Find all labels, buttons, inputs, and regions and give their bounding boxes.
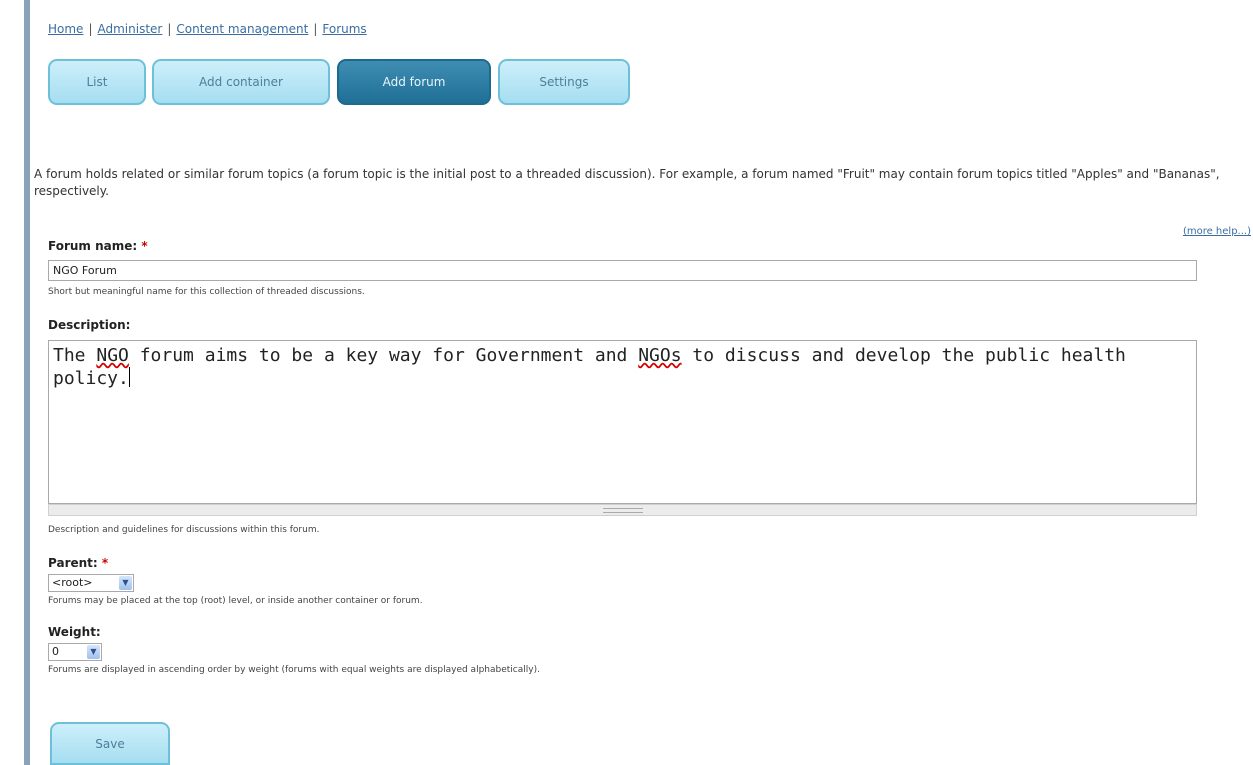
forum-name-input[interactable]: NGO Forum (48, 260, 1197, 281)
parent-select-value: <root> (52, 576, 93, 589)
save-button[interactable]: Save (50, 722, 170, 765)
breadcrumb: Home | Administer | Content management | Forum… (48, 22, 367, 36)
breadcrumb-separator: | (88, 22, 93, 36)
grip-handle-icon (603, 508, 643, 513)
required-marker: * (141, 239, 148, 253)
description-text-1: The (53, 345, 97, 366)
breadcrumb-administer[interactable]: Administer (97, 22, 162, 36)
parent-help: Forums may be placed at the top (root) l… (48, 596, 423, 606)
description-label: Description: (48, 318, 131, 332)
description-help: Description and guidelines for discussio… (48, 525, 320, 535)
tab-add-forum[interactable]: Add forum (337, 59, 491, 105)
more-help-link[interactable]: (more help...) (1183, 226, 1251, 237)
weight-select-value: 0 (52, 645, 59, 658)
intro-text: A forum holds related or similar forum t… (34, 167, 1220, 198)
forum-name-label-text: Forum name: (48, 239, 138, 253)
breadcrumb-forums[interactable]: Forums (322, 22, 366, 36)
spellcheck-word: NGO (96, 345, 129, 366)
breadcrumb-content-management[interactable]: Content management (176, 22, 308, 36)
description-textarea[interactable]: The NGO forum aims to be a key way for G… (48, 340, 1197, 504)
chevron-down-icon: ▼ (119, 576, 132, 590)
breadcrumb-home[interactable]: Home (48, 22, 83, 36)
spellcheck-word: NGOs (638, 345, 682, 366)
parent-label-text: Parent: (48, 556, 98, 570)
weight-help: Forums are displayed in ascending order … (48, 665, 540, 675)
forum-name-label: Forum name: * (48, 239, 148, 253)
parent-select[interactable]: <root> ▼ (48, 574, 134, 592)
description-text-2: forum aims to be a key way for Governmen… (128, 345, 639, 366)
text-cursor (128, 367, 130, 387)
chevron-down-icon: ▼ (87, 645, 100, 659)
required-marker: * (101, 556, 109, 570)
breadcrumb-separator: | (313, 22, 318, 36)
textarea-resize-grip[interactable] (48, 504, 1197, 516)
breadcrumb-separator: | (167, 22, 172, 36)
parent-label: Parent: * (48, 556, 108, 570)
left-border (24, 0, 30, 765)
forum-name-help: Short but meaningful name for this colle… (48, 287, 365, 297)
weight-select[interactable]: 0 ▼ (48, 643, 102, 661)
tab-list[interactable]: List (48, 59, 146, 105)
tab-add-container[interactable]: Add container (152, 59, 330, 105)
weight-label: Weight: (48, 625, 101, 639)
tab-settings[interactable]: Settings (498, 59, 630, 105)
